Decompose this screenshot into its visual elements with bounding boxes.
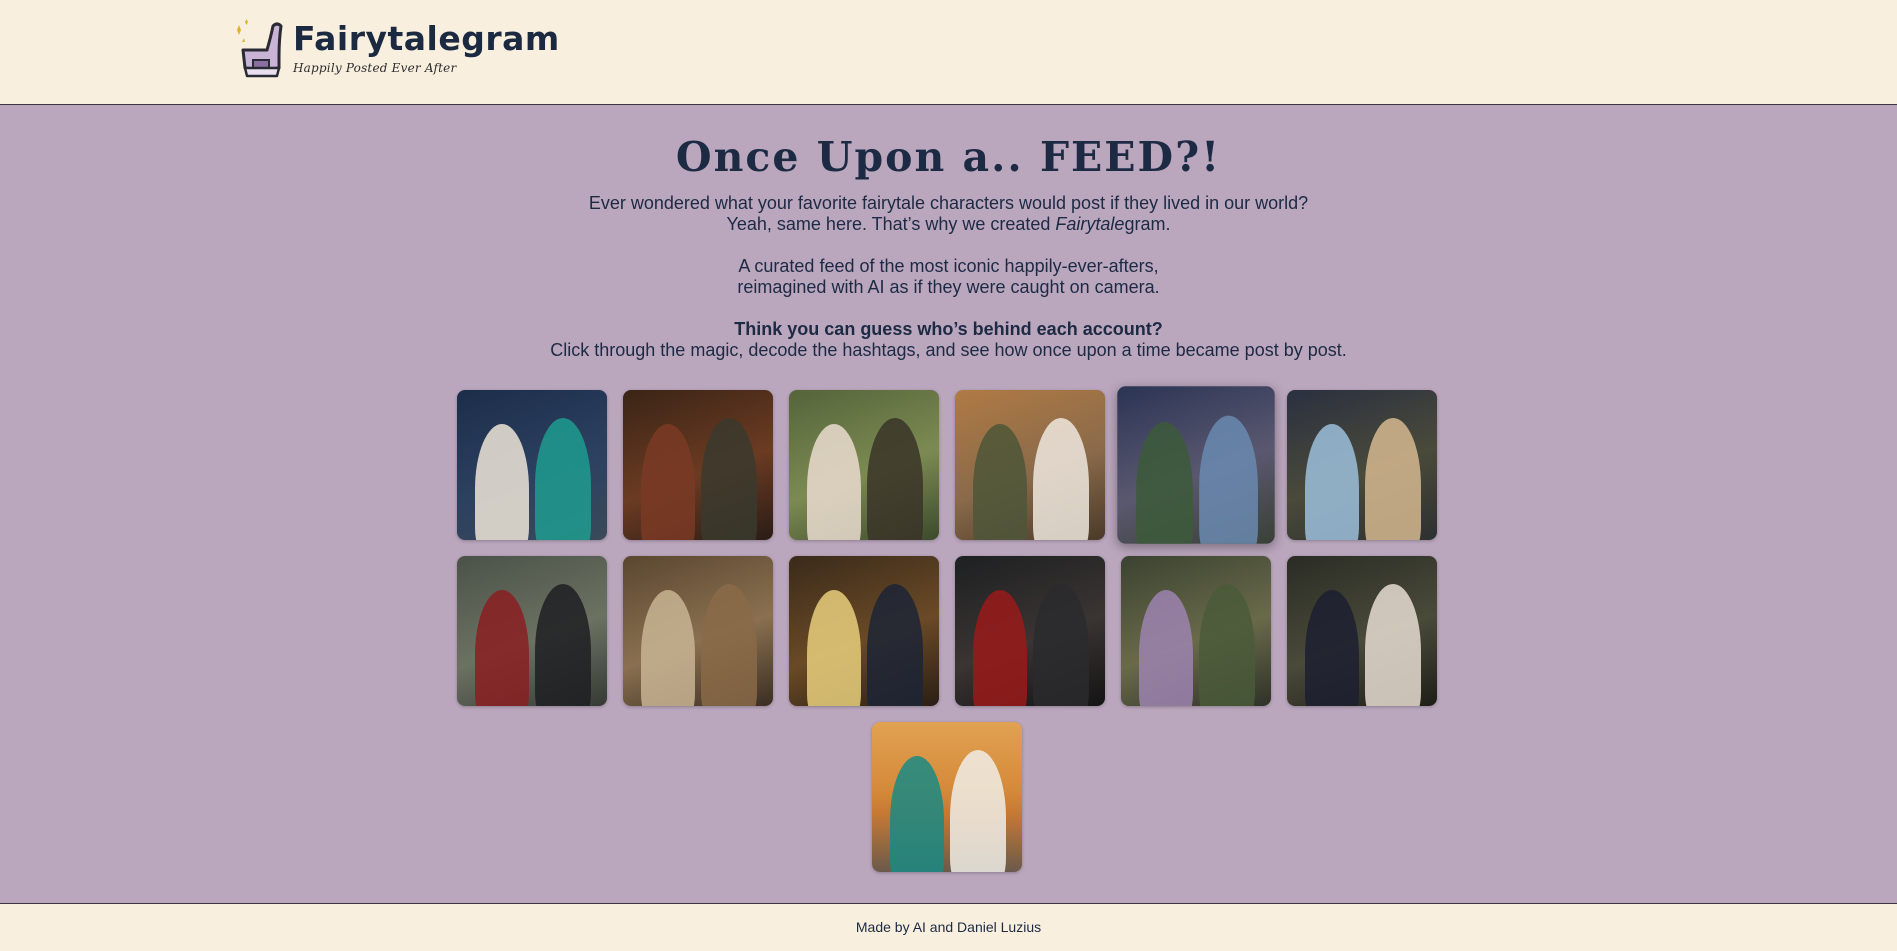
- intro-line-1: Ever wondered what your favorite fairyta…: [588, 193, 1309, 213]
- page-title: Once Upon a.. FEED?!: [675, 133, 1222, 181]
- post-thumbnail[interactable]: [1116, 386, 1275, 544]
- brand-tagline: Happily Posted Ever After: [293, 61, 457, 75]
- site-header: Fairytalegram Happily Posted Ever After: [0, 0, 1897, 105]
- photo-figure-left: [972, 424, 1027, 540]
- intro-line-4: reimagined with AI as if they were caugh…: [737, 277, 1160, 297]
- post-thumbnail[interactable]: [622, 556, 773, 706]
- post-thumbnail[interactable]: [788, 556, 939, 706]
- post-thumbnail[interactable]: [1120, 556, 1271, 706]
- intro-line-2a: Yeah, same here. That’s why we created: [726, 214, 1056, 234]
- photo-figure-left: [1135, 421, 1193, 544]
- post-grid: [456, 386, 1437, 872]
- glass-slipper-icon: [237, 19, 283, 78]
- footer-credit: Made by AI and Daniel Luzius: [855, 919, 1042, 935]
- photo-figure-left: [474, 424, 529, 540]
- site-footer: Made by AI and Daniel Luzius: [0, 903, 1897, 951]
- photo-figure-right: [700, 418, 757, 540]
- intro-paragraph-3: Think you can guess who’s behind each ac…: [0, 319, 1897, 361]
- intro-text: Ever wondered what your favorite fairyta…: [0, 193, 1897, 382]
- post-thumbnail[interactable]: [788, 390, 939, 540]
- photo-figure-right: [1032, 584, 1089, 706]
- photo-figure-left: [640, 424, 695, 540]
- post-thumbnail[interactable]: [871, 722, 1022, 872]
- photo-figure-right: [866, 584, 923, 706]
- intro-paragraph-1: Ever wondered what your favorite fairyta…: [0, 193, 1897, 235]
- photo-figure-left: [1304, 590, 1359, 706]
- photo-figure-left: [889, 756, 944, 872]
- photo-figure-left: [1304, 424, 1359, 540]
- photo-figure-left: [1138, 590, 1193, 706]
- post-thumbnail[interactable]: [954, 390, 1105, 540]
- photo-figure-right: [949, 750, 1006, 872]
- intro-paragraph-2: A curated feed of the most iconic happil…: [0, 256, 1897, 298]
- post-thumbnail[interactable]: [1286, 556, 1437, 706]
- intro-line-2-emphasis: Fairytale: [1055, 214, 1125, 234]
- brand-title: Fairytalegram: [293, 19, 560, 58]
- post-thumbnail[interactable]: [954, 556, 1105, 706]
- photo-figure-right: [534, 584, 591, 706]
- post-thumbnail[interactable]: [456, 556, 607, 706]
- intro-line-6: Click through the magic, decode the hash…: [550, 340, 1347, 360]
- photo-figure-right: [1198, 584, 1255, 706]
- post-thumbnail[interactable]: [622, 390, 773, 540]
- photo-figure-right: [1364, 418, 1421, 540]
- post-thumbnail[interactable]: [456, 390, 607, 540]
- photo-figure-left: [972, 590, 1027, 706]
- main-content: Once Upon a.. FEED?! Ever wondered what …: [0, 105, 1897, 903]
- photo-figure-left: [806, 590, 861, 706]
- intro-line-3: A curated feed of the most iconic happil…: [738, 256, 1159, 276]
- intro-line-2b: gram.: [1124, 214, 1171, 234]
- intro-line-5: Think you can guess who’s behind each ac…: [734, 319, 1163, 339]
- brand-logo[interactable]: Fairytalegram Happily Posted Ever After: [233, 18, 560, 80]
- photo-figure-right: [1364, 584, 1421, 706]
- post-thumbnail[interactable]: [1286, 390, 1437, 540]
- photo-figure-right: [866, 418, 923, 540]
- photo-figure-right: [534, 418, 591, 540]
- photo-figure-left: [640, 590, 695, 706]
- photo-figure-left: [474, 590, 529, 706]
- photo-figure-right: [1032, 418, 1089, 540]
- photo-figure-right: [1198, 415, 1258, 544]
- photo-figure-left: [806, 424, 861, 540]
- photo-figure-right: [700, 584, 757, 706]
